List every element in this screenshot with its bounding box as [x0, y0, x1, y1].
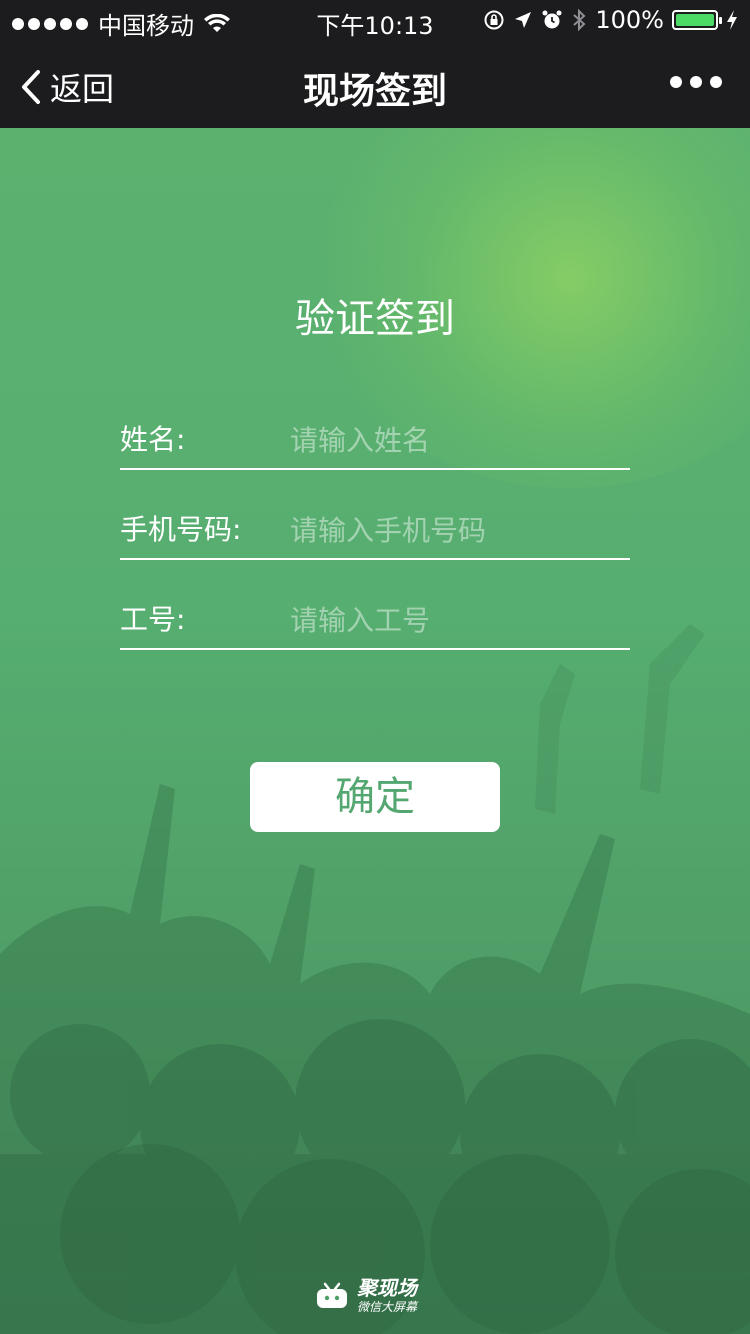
name-input[interactable] [290, 418, 620, 462]
rotation-lock-icon [484, 10, 504, 30]
confirm-button[interactable]: 确定 [250, 762, 500, 832]
form-title: 验证签到 [295, 296, 455, 342]
more-dots-icon [670, 76, 682, 88]
employee-id-input[interactable] [290, 598, 620, 642]
alarm-icon [542, 10, 562, 29]
employee-id-field: 工号: [120, 580, 630, 650]
status-bar: 中国移动 下午10:13 100% [0, 0, 750, 40]
phone-field: 手机号码: [120, 490, 630, 560]
page-title: 现场签到 [302, 71, 447, 112]
phone-input[interactable] [290, 508, 620, 552]
more-menu-button[interactable] [670, 76, 722, 88]
charging-bolt-icon [727, 10, 737, 30]
crowd-background-image [0, 624, 750, 1334]
brand-name: 聚现场 [357, 1276, 417, 1300]
brand-subtitle: 微信大屏幕 [357, 1300, 418, 1314]
tv-logo-icon [317, 1282, 347, 1308]
battery-icon [672, 10, 722, 30]
nav-bar: 返回 现场签到 [0, 40, 750, 128]
main-content: 验证签到 姓名: 手机号码: 工号: 确定 聚现场 微信大屏幕 [0, 128, 750, 1334]
phone-field-label: 手机号码: [120, 513, 242, 546]
name-field-label: 姓名: [120, 423, 186, 456]
brand-logo: 聚现场 微信大屏幕 [315, 1278, 417, 1313]
employee-id-field-label: 工号: [120, 603, 186, 636]
bluetooth-icon [573, 8, 586, 32]
name-field: 姓名: [120, 400, 630, 470]
location-arrow-icon [515, 12, 532, 28]
battery-percent: 100% [595, 6, 664, 34]
